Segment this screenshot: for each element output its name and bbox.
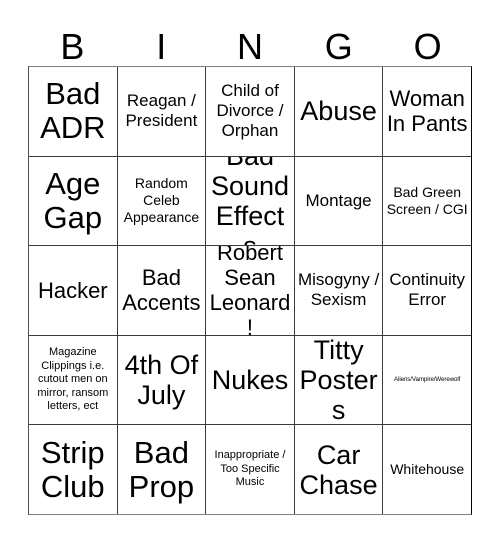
bingo-cell-label: Bad Sound Effects xyxy=(210,157,290,246)
bingo-cell-r4-c5[interactable]: Aliens/Vampire/Werewolf xyxy=(382,335,471,425)
bingo-cell-r2-c1[interactable]: Age Gap xyxy=(29,156,117,246)
bingo-cell-label: Montage xyxy=(305,190,372,210)
bingo-cell-r3-c2[interactable]: Bad Accents xyxy=(116,246,206,335)
bingo-cell-label: 4th Of July xyxy=(124,350,199,411)
bingo-cell-r4-c4[interactable]: Titty Posters xyxy=(293,335,383,425)
bingo-cell-r1-c4[interactable]: Abuse xyxy=(293,67,383,156)
bingo-cell-r1-c5[interactable]: Woman In Pants xyxy=(382,67,471,156)
bingo-cell-label: Whitehouse xyxy=(390,461,465,478)
bingo-row: Age Gap Random Celeb AppearanceBad Sound … xyxy=(29,155,471,246)
bingo-header-letter-b: B xyxy=(60,26,85,67)
bingo-header-letter-i: I xyxy=(156,26,167,67)
bingo-cell-label: Misogyny / Sexism xyxy=(297,270,380,310)
bingo-cell-r3-c1[interactable]: Hacker xyxy=(29,246,117,335)
bingo-header-letter-g: G xyxy=(324,26,353,67)
bingo-cell-label: Magazine Clippings i.e. cutout men on mi… xyxy=(37,346,109,413)
bingo-cell-r5-c5[interactable]: Whitehouse xyxy=(382,425,471,514)
bingo-row: Bad ADR Reagan / President Child of Divorc… xyxy=(29,67,471,156)
bingo-cell-label: Reagan / President xyxy=(125,91,198,131)
bingo-row: Magazine Clippings i.e. cutout men on mi… xyxy=(29,334,471,425)
bingo-cell-label: Car Chase xyxy=(299,439,378,500)
bingo-card: B I N G O Bad ADR Reagan / President Child of … xyxy=(0,0,500,544)
bingo-cell-label: Bad ADR xyxy=(40,76,106,146)
bingo-cell-r4-c1[interactable]: Magazine Clippings i.e. cutout men on mi… xyxy=(29,335,117,425)
bingo-cell-r2-c3[interactable]: Bad Sound Effects xyxy=(205,156,294,246)
bingo-cell-label: Bad Prop xyxy=(128,434,195,504)
bingo-cell-label: Child of Divorce / Orphan xyxy=(216,81,284,141)
bingo-header-row: BINGO xyxy=(28,18,472,66)
bingo-header-letter-o: O xyxy=(413,26,442,67)
bingo-cell-label: Abuse xyxy=(300,96,377,127)
bingo-cell-label: Continuity Error xyxy=(389,270,465,310)
bingo-cell-r2-c4[interactable]: Montage xyxy=(293,156,383,246)
bingo-cell-r2-c5[interactable]: Bad Green Screen / CGI xyxy=(382,156,471,246)
bingo-cell-r2-c2[interactable]: Random Celeb Appearance xyxy=(116,156,206,246)
bingo-cell-label: Hacker xyxy=(37,277,108,303)
bingo-cell-label: Bad Accents xyxy=(122,265,201,316)
bingo-cell-label: Aliens/Vampire/Werewolf xyxy=(394,376,461,384)
bingo-header-letter-n: N xyxy=(236,26,263,67)
bingo-cell-label: Titty Posters xyxy=(299,335,378,425)
bingo-cell-label: Robert Sean Leonard! xyxy=(209,246,291,335)
bingo-cell-label: Woman In Pants xyxy=(386,86,468,137)
bingo-cell-r3-c4[interactable]: Misogyny / Sexism xyxy=(293,246,383,335)
bingo-cell-label: Bad Green Screen / CGI xyxy=(386,183,468,217)
bingo-cell-label: Age Gap xyxy=(43,165,103,235)
bingo-cell-label: Inappropriate / Too Specific Music xyxy=(214,449,286,489)
bingo-cell-r4-c2[interactable]: 4th Of July xyxy=(116,335,206,425)
bingo-row: Strip Club Bad Prop Inappropriate / Too Sp… xyxy=(29,424,471,514)
bingo-cell-r1-c3[interactable]: Child of Divorce / Orphan xyxy=(205,67,294,156)
bingo-row: Hacker Bad Accents Robert Sean Leonard! Mis… xyxy=(29,245,471,335)
bingo-cell-label: Random Celeb Appearance xyxy=(123,175,200,226)
bingo-cell-r3-c5[interactable]: Continuity Error xyxy=(382,246,471,335)
bingo-cell-r1-c2[interactable]: Reagan / President xyxy=(116,67,206,156)
bingo-cell-r5-c1[interactable]: Strip Club xyxy=(29,425,117,514)
bingo-cell-r4-c3[interactable]: Nukes xyxy=(205,335,294,425)
bingo-cell-r5-c3[interactable]: Inappropriate / Too Specific Music xyxy=(205,425,294,514)
bingo-cell-r5-c2[interactable]: Bad Prop xyxy=(116,425,206,514)
bingo-grid: Bad ADR Reagan / President Child of Divorc… xyxy=(28,66,472,515)
bingo-cell-r3-c3[interactable]: Robert Sean Leonard! xyxy=(205,246,294,335)
bingo-cell-label: Strip Club xyxy=(40,434,105,504)
bingo-cell-r5-c4[interactable]: Car Chase xyxy=(293,425,383,514)
bingo-cell-r1-c1[interactable]: Bad ADR xyxy=(29,67,117,156)
bingo-cell-label: Nukes xyxy=(211,365,289,396)
